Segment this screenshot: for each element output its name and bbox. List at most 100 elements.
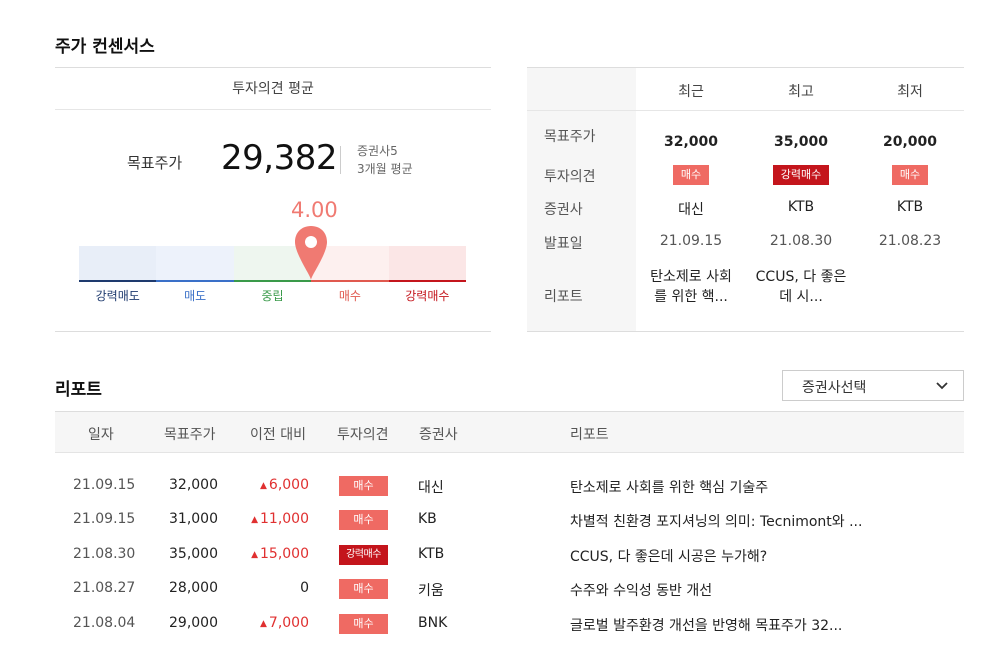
row-label-opinion: 투자의견: [544, 169, 596, 185]
report-change: 0: [300, 580, 309, 596]
gauge-label: 매수: [338, 289, 361, 303]
recent-target: 32,000: [663, 134, 719, 150]
recent-opinion: 매수: [636, 165, 746, 185]
broker-select-dropdown[interactable]: 증권사선택: [782, 370, 964, 401]
change-value: 11,000: [260, 511, 309, 528]
highest-target: 35,000: [773, 134, 829, 150]
chevron-down-icon: [936, 382, 948, 390]
change-value: 0: [300, 580, 309, 597]
gauge-label: 중립: [261, 289, 284, 303]
highest-broker: KTB: [787, 199, 815, 215]
gauge-label: 강력매수: [405, 289, 450, 303]
average-period: 3개월 평균: [357, 162, 413, 176]
column-header-lowest: 최저: [897, 84, 923, 100]
report-change: ▲ 15,000: [251, 546, 309, 562]
opinion-badge: 매수: [339, 579, 388, 600]
report-date: 21.08.04: [73, 614, 136, 631]
report-opinion: 매수: [339, 476, 388, 496]
triangle-up-icon: ▲: [251, 549, 258, 560]
target-price-label: 목표주가: [127, 154, 183, 172]
report-title-link[interactable]: 차별적 친환경 포지셔닝의 의미: Tecnimont와 ...: [570, 511, 890, 531]
gauge-segment: [388, 246, 467, 282]
gauge-label: 강력매도: [95, 289, 140, 303]
lowest-date: 21.08.23: [878, 233, 942, 249]
report-opinion: 강력매수: [339, 544, 388, 565]
broker-count: 증권사5: [357, 144, 398, 158]
report-broker: KB: [418, 511, 437, 528]
gauge-label: 매도: [184, 289, 207, 303]
table-row: 21.08.30 35,000 ▲ 15,000 강력매수 KTB CCUS, 다 좋은데 …: [55, 538, 964, 572]
opinion-gauge: [79, 246, 467, 282]
report-title-link[interactable]: 탄소제로 사회를 위한 핵심 기술주: [570, 477, 890, 497]
report-title-link[interactable]: 글로벌 발주환경 개선을 반영해 목표주가 32...: [570, 615, 890, 635]
table-row: 21.09.15 32,000 ▲ 6,000 매수 대신 탄소제로 사회를 위한 핵심 기…: [55, 469, 964, 503]
opinion-score: 4.00: [291, 198, 338, 222]
column-header-highest: 최고: [788, 84, 814, 100]
row-label-report: 리포트: [544, 289, 583, 305]
report-broker: BNK: [418, 614, 448, 631]
header-date: 일자: [88, 427, 114, 443]
reports-table-header: 일자 목표주가 이전 대비 투자의견 증권사 리포트: [55, 411, 964, 453]
change-value: 6,000: [268, 477, 309, 493]
report-date: 21.09.15: [73, 477, 136, 493]
header-opinion: 투자의견: [337, 427, 389, 443]
report-title-link[interactable]: CCUS, 다 좋은데 시공은 누가해?: [570, 546, 890, 566]
report-opinion: 매수: [339, 613, 388, 634]
gauge-segment-bar: [388, 280, 467, 282]
target-price-summary: 목표주가 29,382 증권사5 3개월 평균: [55, 138, 491, 184]
header-report: 리포트: [570, 427, 609, 443]
report-title-line: 탄소제로 사회: [650, 269, 732, 285]
opinion-badge: 강력매수: [339, 544, 388, 565]
map-pin-marker-icon: [295, 226, 328, 280]
consensus-section-title: 주가 컨센서스: [55, 37, 155, 57]
opinion-badge: 매수: [339, 476, 388, 496]
opinion-badge: 매수: [339, 613, 388, 634]
row-label-date: 발표일: [544, 236, 583, 252]
opinion-badge: 매수: [339, 510, 388, 531]
lowest-broker: KTB: [896, 199, 924, 215]
report-target-price: 29,000: [169, 614, 218, 631]
highest-date: 21.08.30: [769, 233, 833, 249]
report-date: 21.08.30: [73, 545, 136, 562]
gauge-segment: [79, 246, 157, 282]
report-target-price: 32,000: [169, 477, 218, 493]
recent-report-link[interactable]: 탄소제로 사회 를 위한 핵...: [636, 267, 746, 307]
gauge-segment-bar: [156, 280, 234, 282]
report-broker: 키움: [418, 583, 444, 600]
report-title-line: 를 위한 핵...: [654, 289, 728, 305]
header-change: 이전 대비: [250, 427, 306, 443]
recent-broker: 대신: [678, 202, 704, 218]
report-date: 21.09.15: [73, 511, 136, 528]
opinion-badge: 매수: [891, 165, 929, 185]
change-value: 15,000: [260, 545, 309, 562]
report-date: 21.08.27: [73, 580, 136, 597]
table-row: 21.08.04 29,000 ▲ 7,000 매수 BNK 글로벌 발주환경 개선을 반영…: [55, 607, 964, 641]
gauge-segment-bar: [79, 280, 157, 282]
triangle-up-icon: ▲: [251, 515, 258, 526]
triangle-up-icon: ▲: [259, 618, 267, 629]
column-header-recent: 최근: [678, 84, 704, 100]
change-value: 7,000: [268, 614, 309, 631]
divider: [340, 146, 341, 174]
opinion-badge: 매수: [672, 165, 710, 185]
recent-date: 21.09.15: [659, 233, 723, 249]
gauge-segment: [156, 246, 234, 282]
triangle-up-icon: ▲: [259, 481, 267, 491]
lowest-opinion: 매수: [855, 165, 965, 185]
report-target-price: 31,000: [169, 511, 218, 528]
table-row: 21.08.27 28,000 0 매수 키움 수주와 수익성 동반 개선: [55, 572, 964, 606]
recent-opinions-table: 최근 최고 최저 목표주가 투자의견 증권사 발표일 리포트 32,000 매수…: [527, 67, 964, 332]
report-opinion: 매수: [339, 579, 388, 600]
broker-select-label: 증권사선택: [802, 380, 867, 396]
reports-section-title: 리포트: [55, 380, 102, 400]
opinion-badge: 강력매수: [772, 165, 830, 185]
report-title-line: 데 시...: [779, 289, 823, 305]
report-change: ▲ 6,000: [260, 477, 309, 493]
row-label-target-price: 목표주가: [544, 129, 596, 145]
report-opinion: 매수: [339, 510, 388, 531]
report-title-link[interactable]: 수주와 수익성 동반 개선: [570, 580, 890, 600]
lowest-target: 20,000: [882, 134, 938, 150]
highest-report-link[interactable]: CCUS, 다 좋은 데 시...: [746, 267, 856, 307]
report-title-line: CCUS, 다 좋은: [755, 269, 847, 285]
opinion-average-header: 투자의견 평균: [55, 68, 491, 110]
